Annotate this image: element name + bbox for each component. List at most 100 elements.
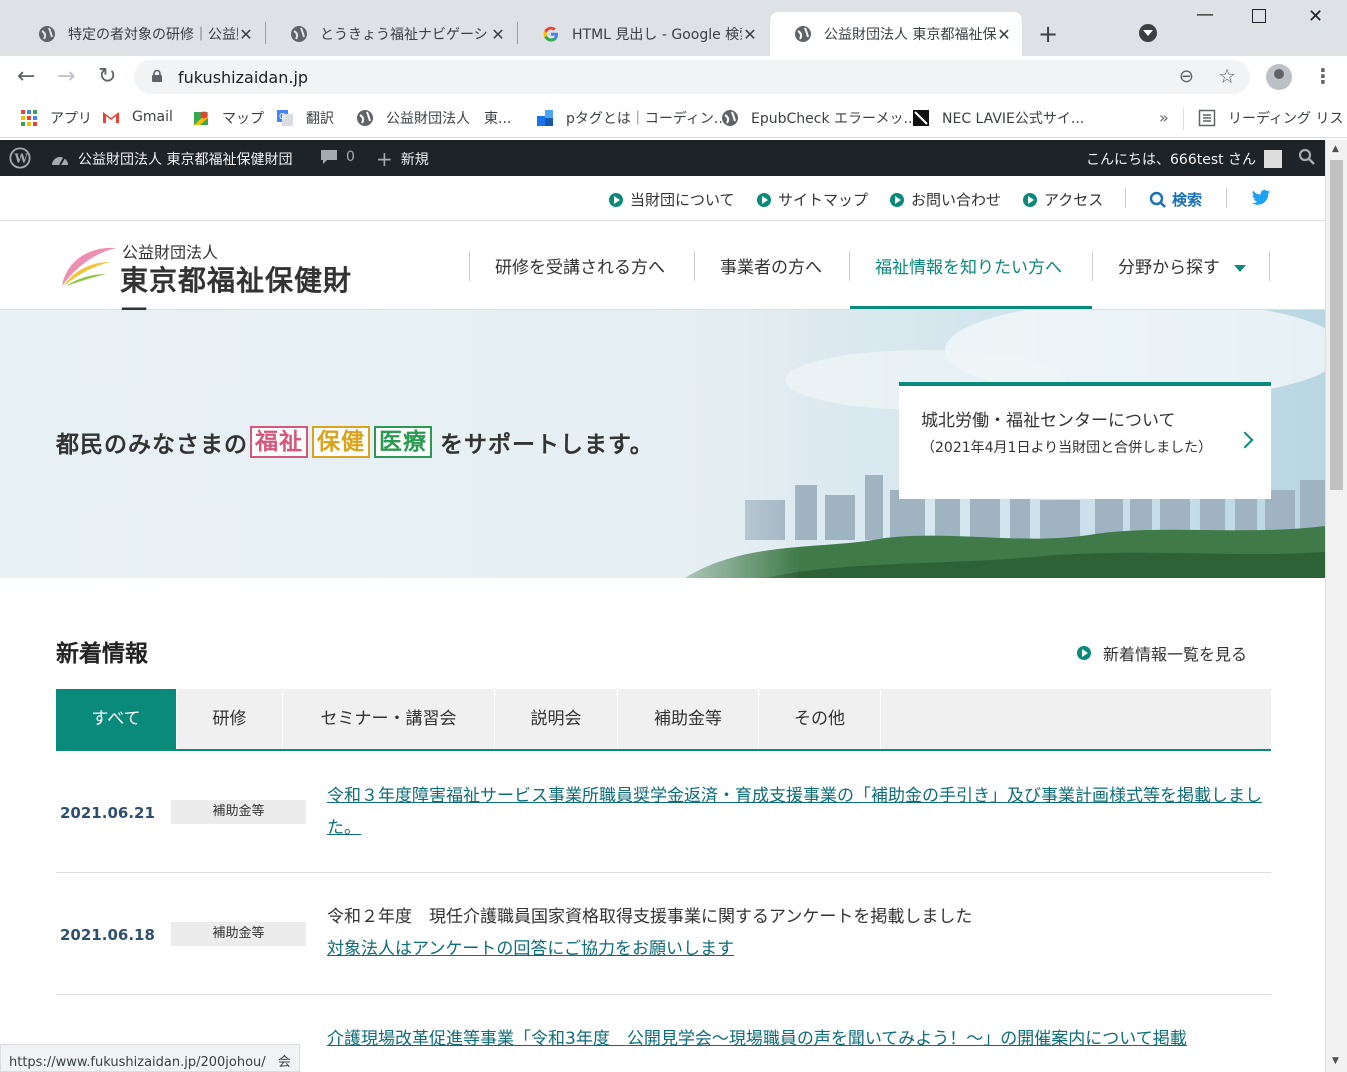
nav-active-indicator <box>850 306 1092 309</box>
news-link[interactable]: 令和３年度障害福祉サービス事業所職員奨学金返済・育成支援事業の「補助金の手引き」… <box>327 786 1262 838</box>
tab-title: 特定の者対象の研修｜公益財団法人 <box>68 27 238 43</box>
nav-separator <box>849 251 850 281</box>
bookmark-label: EpubCheck エラーメッ... <box>751 111 917 127</box>
maximize-icon[interactable] <box>1252 9 1266 23</box>
search-icon <box>1149 191 1166 208</box>
news-link[interactable]: 介護現場改革促進等事業「令和3年度 公開見学会～現場職員の声を聞いてみよう！～」… <box>327 1029 1187 1049</box>
bookmark-star-icon[interactable]: ☆ <box>1218 64 1236 88</box>
tab-subsidy[interactable]: 補助金等 <box>618 689 759 749</box>
close-icon[interactable]: ✕ <box>238 25 254 44</box>
browser-tab[interactable]: HTML 見出し - Google 検索 ✕ <box>518 12 768 56</box>
scrollbar-thumb[interactable] <box>1330 160 1343 490</box>
tab-search-icon[interactable] <box>1139 24 1157 42</box>
comment-icon <box>321 150 337 164</box>
twitter-icon[interactable] <box>1251 189 1271 207</box>
scroll-down-icon[interactable]: ▼ <box>1332 1056 1339 1066</box>
news-view-all-label: 新着情報一覧を見る <box>1103 645 1248 664</box>
bookmark-label: Gmail <box>132 109 173 125</box>
admin-comments[interactable]: 0 <box>320 149 355 165</box>
nav-item-welfare-info[interactable]: 福祉情報を知りたい方へ <box>875 253 1062 278</box>
admin-account[interactable]: こんにちは、666test さん <box>1086 149 1283 169</box>
browser-menu-icon[interactable]: ⋮ <box>1313 64 1333 88</box>
address-bar[interactable]: fukushizaidan.jp ⊖ ☆ <box>134 60 1250 94</box>
reload-icon[interactable]: ↻ <box>98 64 116 89</box>
play-circle-icon <box>890 192 904 207</box>
tab-briefing[interactable]: 説明会 <box>495 689 618 749</box>
close-icon[interactable]: ✕ <box>490 25 506 44</box>
zoom-icon[interactable]: ⊖ <box>1179 66 1194 87</box>
svg-text:G: G <box>279 112 285 121</box>
wordpress-logo-icon[interactable]: W <box>8 147 32 169</box>
nav-item-field[interactable]: 分野から探す <box>1118 253 1246 278</box>
news-view-all-link[interactable]: 新着情報一覧を見る <box>1077 641 1247 665</box>
scroll-up-icon[interactable]: ▲ <box>1332 144 1339 154</box>
page-scrollbar[interactable]: ▲ ▼ <box>1325 140 1347 1072</box>
tab-title: HTML 見出し - Google 検索 <box>572 27 742 43</box>
nav-separator <box>694 251 695 281</box>
bookmark-epubcheck[interactable]: EpubCheck エラーメッ... <box>721 108 917 128</box>
bookmark-gmail[interactable]: Gmail <box>102 108 173 126</box>
browser-tab-active[interactable]: 公益財団法人 東京都福祉保健財団 ✕ <box>770 12 1022 56</box>
news-text: 令和２年度 現任介護職員国家資格取得支援事業に関するアンケートを掲載しました <box>327 907 973 927</box>
close-icon[interactable]: ✕ <box>996 25 1012 44</box>
hero-catch-pre: 都民のみなさまの <box>56 432 248 458</box>
new-tab-button[interactable]: + <box>1038 20 1058 48</box>
bookmark-apps[interactable]: アプリ <box>20 108 92 128</box>
admin-search-icon[interactable] <box>1298 148 1316 166</box>
close-icon[interactable]: ✕ <box>742 25 758 44</box>
utility-separator <box>1125 188 1126 208</box>
tab-other[interactable]: その他 <box>759 689 881 749</box>
bookmark-translate[interactable]: G 翻訳 <box>276 108 334 128</box>
tab-all[interactable]: すべて <box>56 689 177 749</box>
svg-text:W: W <box>14 152 29 166</box>
nav-separator <box>469 251 470 281</box>
bookmark-label: NEC LAVIE公式サイ... <box>942 111 1085 127</box>
minimize-icon[interactable]: — <box>1196 4 1214 25</box>
bookmarks-overflow-icon[interactable]: » <box>1159 108 1169 127</box>
utility-link-label: アクセス <box>1044 191 1104 209</box>
utility-link-access[interactable]: アクセス <box>1023 189 1103 210</box>
search-label: 検索 <box>1172 191 1203 209</box>
utility-separator <box>1226 188 1227 208</box>
forward-arrow-icon[interactable]: → <box>57 64 75 89</box>
site-logo[interactable]: 公益財団法人 東京都福祉保健財団 <box>58 236 378 337</box>
utility-link-sitemap[interactable]: サイトマップ <box>757 189 868 210</box>
back-arrow-icon[interactable]: ← <box>17 64 35 89</box>
status-tail: 会 <box>277 1055 291 1070</box>
nav-separator <box>1092 251 1093 281</box>
utility-link-about[interactable]: 当財団について <box>609 189 735 210</box>
play-circle-icon <box>1023 192 1037 207</box>
globe-icon <box>357 110 373 126</box>
browser-toolbar: ← → ↻ fukushizaidan.jp ⊖ ☆ <box>0 56 1347 98</box>
bookmark-ptag[interactable]: pタグとは｜コーディン... <box>536 108 727 128</box>
admin-new[interactable]: + 新規 <box>376 149 429 169</box>
bookmark-fukushi[interactable]: 公益財団法人 東... <box>356 108 511 128</box>
nav-item-business[interactable]: 事業者の方へ <box>720 253 822 278</box>
tab-training[interactable]: 研修 <box>177 689 283 749</box>
news-date: 2021.06.21 <box>60 804 155 822</box>
window-close-icon[interactable]: ✕ <box>1308 6 1323 27</box>
utility-search-button[interactable]: 検索 <box>1149 189 1202 210</box>
nav-item-trainees[interactable]: 研修を受講される方へ <box>495 253 665 278</box>
keyword-welfare: 福祉 <box>250 426 308 458</box>
reading-list[interactable]: リーディング リスト <box>1198 108 1347 128</box>
reading-list-icon <box>1198 109 1216 127</box>
profile-avatar-icon[interactable] <box>1266 64 1292 90</box>
bookmark-nec[interactable]: NEC LAVIE公式サイ... <box>912 108 1084 128</box>
admin-site-link[interactable]: 公益財団法人 東京都福祉保健財団 <box>50 149 292 169</box>
hero-catchphrase: 都民のみなさまの 福祉 保健 医療 をサポートします。 <box>56 425 654 459</box>
logo-mark-icon <box>62 247 116 286</box>
news-category-badge: 補助金等 <box>171 922 306 946</box>
globe-icon <box>291 26 307 42</box>
google-icon <box>543 26 558 42</box>
play-circle-icon <box>1077 646 1091 660</box>
utility-link-contact[interactable]: お問い合わせ <box>890 189 1001 210</box>
jouhoku-center-card[interactable]: 城北労働・福祉センターについて （2021年4月1日より当財団と合併しました） <box>899 382 1271 499</box>
lock-icon <box>152 70 162 82</box>
blue-blocks-icon <box>537 110 553 126</box>
tab-seminar[interactable]: セミナー・講習会 <box>283 689 495 749</box>
browser-tab[interactable]: 特定の者対象の研修｜公益財団法人 ✕ <box>14 12 264 56</box>
bookmark-maps[interactable]: マップ <box>192 108 264 128</box>
news-link[interactable]: 対象法人はアンケートの回答にご協力をお願いします <box>327 939 734 959</box>
browser-tab[interactable]: とうきょう福祉ナビゲーション ✕ <box>266 12 516 56</box>
